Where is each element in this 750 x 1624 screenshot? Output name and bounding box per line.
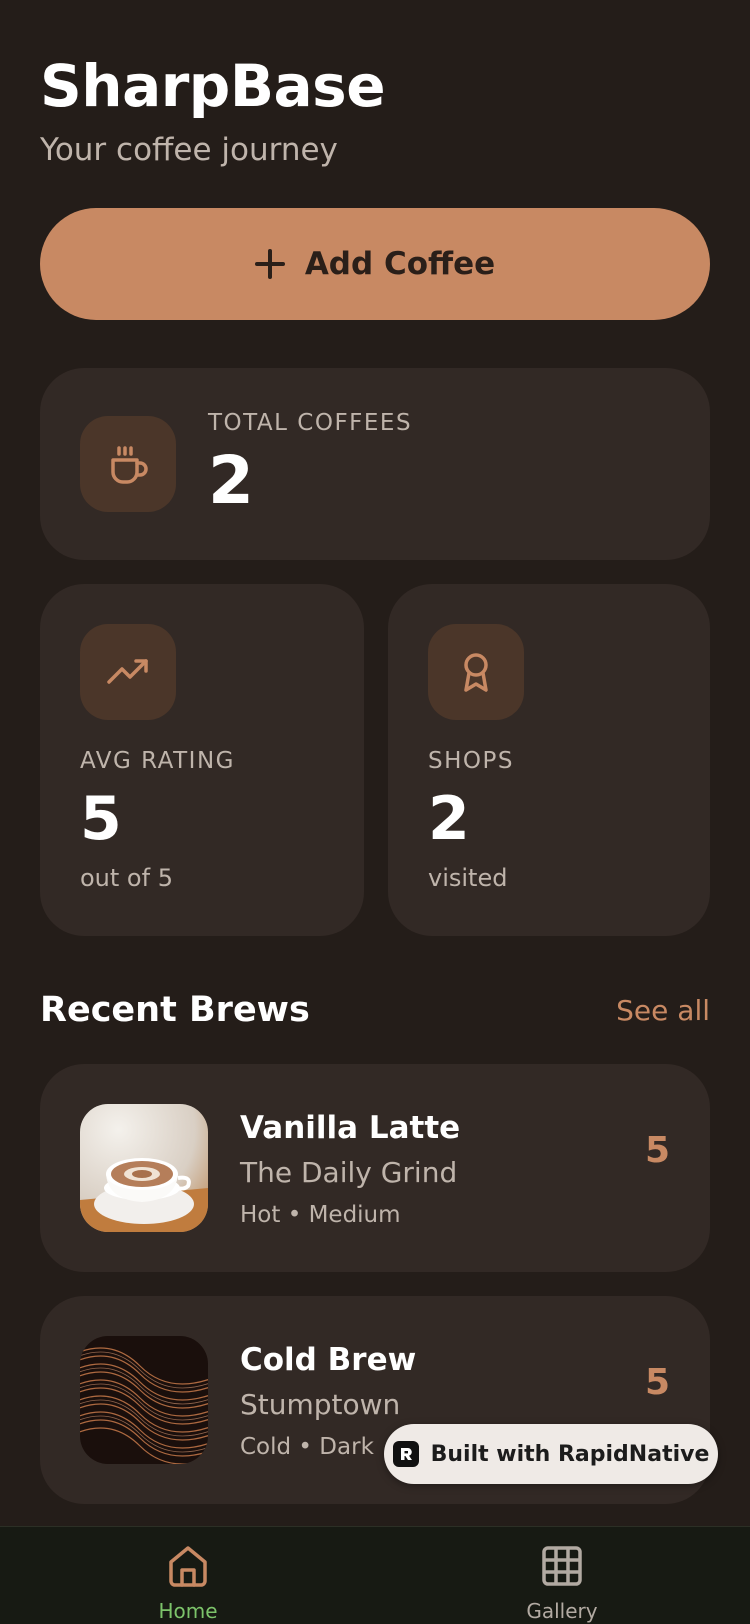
page-title: SharpBase [40, 52, 386, 120]
total-coffees-value: 2 [208, 442, 254, 519]
shops-sub: visited [428, 864, 508, 892]
grid-icon [539, 1543, 585, 1593]
total-coffees-label: TOTAL COFFEES [208, 410, 413, 436]
shops-label: SHOPS [428, 748, 514, 774]
see-all-link[interactable]: See all [616, 994, 710, 1027]
shops-card: SHOPS 2 visited [388, 584, 710, 936]
recent-brews-title: Recent Brews [40, 990, 310, 1030]
avg-rating-card: AVG RATING 5 out of 5 [40, 584, 364, 936]
brew-name: Vanilla Latte [240, 1110, 461, 1146]
avg-rating-sub: out of 5 [80, 864, 173, 892]
built-with-badge[interactable]: Built with RapidNative [384, 1424, 718, 1484]
home-icon [165, 1543, 211, 1593]
tab-home[interactable]: Home [108, 1527, 268, 1624]
brew-rating: 5 [644, 1362, 670, 1403]
award-icon [428, 624, 524, 720]
brew-meta: Hot • Medium [240, 1202, 401, 1228]
page-subtitle: Your coffee journey [40, 132, 338, 168]
tab-gallery-label: Gallery [526, 1599, 598, 1623]
brew-meta: Cold • Dark [240, 1434, 374, 1460]
rapidnative-logo-icon [392, 1441, 419, 1467]
total-coffees-card: TOTAL COFFEES 2 [40, 368, 710, 560]
add-coffee-label: Add Coffee [304, 246, 496, 282]
built-with-text: Built with RapidNative [430, 1441, 710, 1467]
app-screen: SharpBase Your coffee journey Add Coffee… [0, 0, 750, 1624]
avg-rating-label: AVG RATING [80, 748, 235, 774]
coffee-cup-icon [80, 416, 176, 512]
trending-up-icon [80, 624, 176, 720]
avg-rating-value: 5 [80, 784, 122, 854]
add-coffee-button[interactable]: Add Coffee [40, 208, 710, 320]
brew-card[interactable]: Vanilla Latte The Daily Grind Hot • Medi… [40, 1064, 710, 1272]
brew-thumbnail-cold-brew [80, 1336, 208, 1464]
plus-icon [254, 249, 285, 279]
brew-thumbnail-latte [80, 1104, 208, 1232]
brew-shop: Stumptown [240, 1388, 401, 1421]
shops-value: 2 [428, 784, 470, 854]
tab-home-label: Home [158, 1599, 218, 1623]
brew-name: Cold Brew [240, 1342, 417, 1378]
bottom-tab-bar: Home Gallery [0, 1526, 750, 1624]
tab-gallery[interactable]: Gallery [482, 1527, 642, 1624]
brew-rating: 5 [644, 1130, 670, 1171]
brew-shop: The Daily Grind [240, 1156, 458, 1189]
